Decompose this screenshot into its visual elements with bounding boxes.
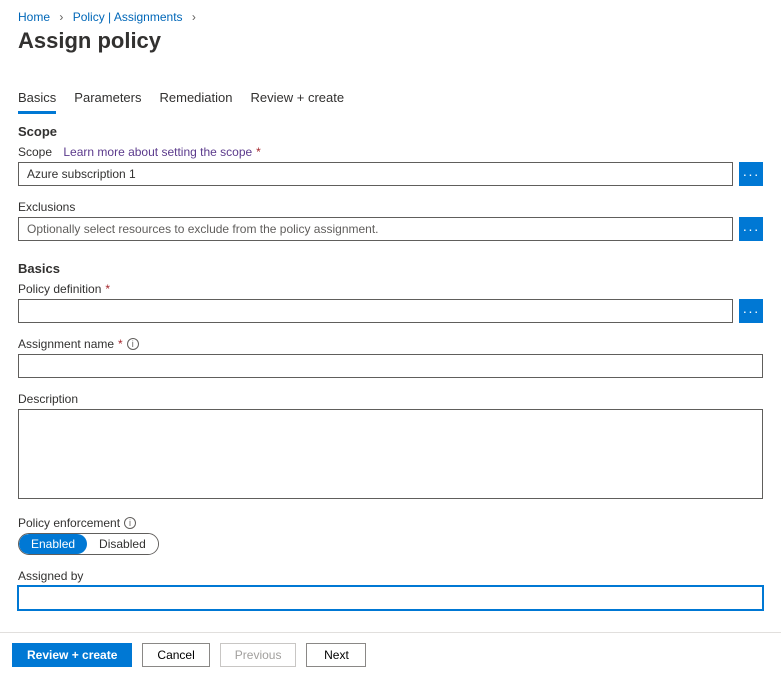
scope-input[interactable]: [18, 162, 733, 186]
required-marker: *: [105, 282, 110, 296]
description-label: Description: [18, 392, 78, 406]
tab-parameters[interactable]: Parameters: [74, 84, 141, 113]
exclusions-picker-button[interactable]: ···: [739, 217, 763, 241]
chevron-icon: ›: [192, 10, 196, 24]
policy-enforcement-toggle: Enabled Disabled: [18, 533, 159, 555]
chevron-icon: ›: [59, 10, 63, 24]
breadcrumb-home[interactable]: Home: [18, 10, 50, 24]
ellipsis-icon: ···: [743, 167, 760, 181]
cancel-button[interactable]: Cancel: [142, 643, 209, 667]
policy-definition-input[interactable]: [18, 299, 733, 323]
assigned-by-input[interactable]: [18, 586, 763, 610]
next-button[interactable]: Next: [306, 643, 366, 667]
description-textarea[interactable]: [18, 409, 763, 499]
previous-button: Previous: [220, 643, 297, 667]
required-marker: *: [118, 337, 123, 351]
info-icon[interactable]: i: [124, 517, 136, 529]
assigned-by-label: Assigned by: [18, 569, 83, 583]
tab-strip: Basics Parameters Remediation Review + c…: [18, 84, 763, 114]
assignment-name-label: Assignment name: [18, 337, 114, 351]
scope-label: Scope: [18, 145, 52, 159]
review-create-button[interactable]: Review + create: [12, 643, 132, 667]
exclusions-input[interactable]: [18, 217, 733, 241]
basics-section-heading: Basics: [18, 261, 763, 276]
tab-basics[interactable]: Basics: [18, 84, 56, 114]
policy-definition-label: Policy definition: [18, 282, 101, 296]
exclusions-label: Exclusions: [18, 200, 75, 214]
enforcement-enabled-option[interactable]: Enabled: [19, 534, 87, 554]
ellipsis-icon: ···: [743, 222, 760, 236]
ellipsis-icon: ···: [743, 304, 760, 318]
tab-remediation[interactable]: Remediation: [160, 84, 233, 113]
breadcrumb-policy-assignments[interactable]: Policy | Assignments: [73, 10, 183, 24]
scope-section-heading: Scope: [18, 124, 763, 139]
assignment-name-input[interactable]: [18, 354, 763, 378]
policy-enforcement-label: Policy enforcement: [18, 516, 120, 530]
breadcrumb: Home › Policy | Assignments ›: [18, 10, 763, 24]
footer-action-bar: Review + create Cancel Previous Next: [0, 632, 781, 677]
enforcement-disabled-option[interactable]: Disabled: [87, 534, 158, 554]
tab-review-create[interactable]: Review + create: [251, 84, 345, 113]
required-marker: *: [256, 145, 261, 159]
scope-picker-button[interactable]: ···: [739, 162, 763, 186]
info-icon[interactable]: i: [127, 338, 139, 350]
scope-learn-more-link[interactable]: Learn more about setting the scope: [63, 145, 252, 159]
policy-definition-picker-button[interactable]: ···: [739, 299, 763, 323]
page-title: Assign policy: [18, 28, 763, 54]
